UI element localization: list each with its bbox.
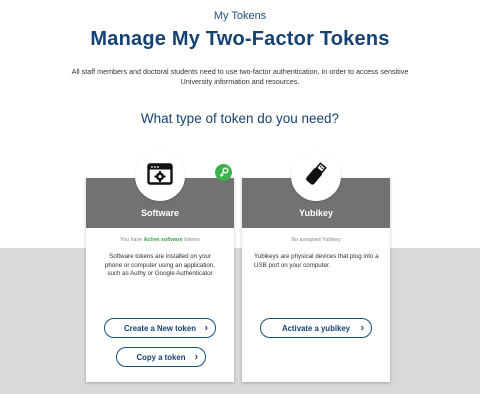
intro-text: All staff members and doctoral students … bbox=[40, 67, 440, 87]
software-description: Software tokens are installed on your ph… bbox=[104, 253, 216, 278]
page-title: Manage My Two-Factor Tokens bbox=[90, 28, 390, 50]
key-icon bbox=[219, 164, 229, 182]
background-band bbox=[0, 248, 480, 394]
yubikey-card: Yubikey No assigned Yubikey Yubikeys are… bbox=[242, 151, 390, 382]
yubikey-description: Yubikeys are physical devices that plug … bbox=[254, 253, 379, 269]
key-badge[interactable] bbox=[215, 164, 232, 181]
yubikey-card-header: Yubikey bbox=[242, 151, 390, 228]
software-card-title: Software bbox=[140, 208, 179, 218]
chevron-right-icon: › bbox=[204, 322, 208, 334]
app-window-gear-icon bbox=[147, 162, 173, 190]
chevron-right-icon: › bbox=[194, 351, 198, 363]
yubikey-card-title: Yubikey bbox=[298, 208, 334, 218]
software-status: You have Active software tokens bbox=[86, 237, 234, 243]
usb-key-icon bbox=[302, 160, 330, 193]
activate-yubikey-button[interactable]: Activate a yubikey › bbox=[260, 318, 372, 338]
copy-token-button[interactable]: Copy a token › bbox=[116, 347, 206, 367]
software-card: Software You have Active software tokens… bbox=[86, 151, 234, 382]
software-icon-circle bbox=[135, 151, 185, 201]
software-status-prefix: You have bbox=[120, 237, 143, 243]
intro-line-2: University information and resources. bbox=[180, 77, 300, 86]
create-token-button[interactable]: Create a New token › bbox=[104, 318, 216, 338]
software-status-suffix: tokens bbox=[184, 237, 200, 243]
chevron-right-icon: › bbox=[360, 322, 364, 334]
yubikey-status: No assigned Yubikey bbox=[291, 237, 341, 243]
create-token-label: Create a New token bbox=[124, 323, 196, 333]
software-card-header: Software bbox=[86, 151, 234, 228]
activate-yubikey-label: Activate a yubikey bbox=[281, 323, 351, 333]
breadcrumb[interactable]: My Tokens bbox=[0, 10, 480, 22]
software-status-active[interactable]: Active software bbox=[144, 237, 183, 243]
yubikey-icon-circle bbox=[291, 151, 341, 201]
copy-token-label: Copy a token bbox=[136, 352, 186, 362]
token-type-question: What type of token do you need? bbox=[140, 111, 340, 126]
intro-line-1: All staff members and doctoral students … bbox=[71, 67, 409, 76]
